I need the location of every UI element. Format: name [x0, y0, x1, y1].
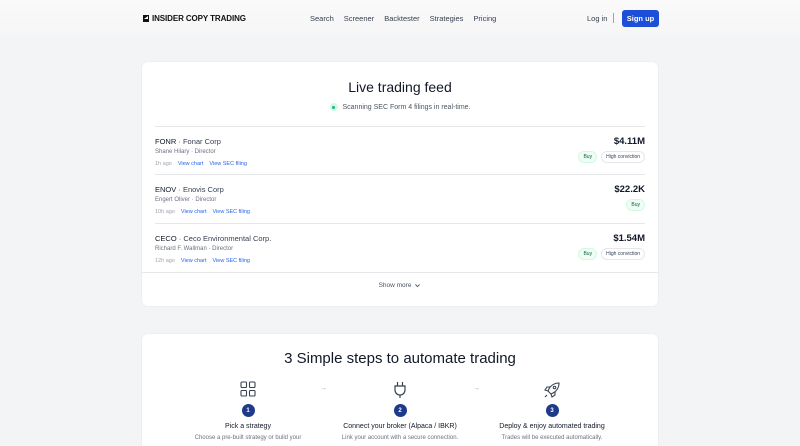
row-insider: Engert Oliver · Director [155, 197, 217, 203]
feed-status-text: Scanning SEC Form 4 filings in real-time… [342, 103, 471, 111]
chevron-down-icon [415, 284, 421, 288]
row-ticker[interactable]: ENOV [155, 185, 176, 194]
row-ticker-line: CECO · Ceco Environmental Corp. [155, 234, 272, 243]
steps-title: 3 Simple steps to automate trading [284, 350, 516, 367]
step-number: 2 [393, 404, 407, 417]
feed-row[interactable]: FONR · Fonar Corp Shane Hilary · Directo… [155, 126, 645, 174]
row-amount: $1.54M [613, 233, 645, 244]
show-more-label: Show more [378, 282, 412, 289]
show-more-section: Show more [142, 272, 658, 289]
step-icon-wrap [183, 381, 313, 399]
steps-card: 3 Simple steps to automate trading 1 Pic… [142, 334, 658, 446]
view-sec-filing-link[interactable]: View SEC filing [212, 209, 250, 215]
step-desc: Choose a pre-built strategy or build you… [194, 435, 302, 441]
view-sec-filing-link[interactable]: View SEC filing [212, 258, 250, 264]
buy-badge: Buy [578, 248, 598, 260]
view-chart-link[interactable]: View chart [178, 161, 204, 167]
grid-icon [240, 381, 256, 397]
logo-icon [143, 15, 149, 22]
row-badges: Buy [626, 199, 645, 211]
brand-logo[interactable]: INSIDER COPY TRADING [143, 14, 246, 23]
row-insider: Shane Hilary · Director [155, 149, 216, 155]
conviction-badge: High conviction [601, 151, 645, 163]
step-item: 2 Connect your broker (Alpaca / IBKR) Li… [335, 381, 465, 441]
live-dot-icon [329, 103, 338, 111]
buy-badge: Buy [578, 151, 598, 163]
row-age: 10h ago [155, 209, 175, 215]
row-amount: $22.2K [614, 184, 645, 195]
signup-button[interactable]: Sign up [622, 10, 659, 27]
row-age: 1h ago [155, 161, 172, 167]
nav-link-search[interactable]: Search [310, 14, 334, 23]
rocket-icon [544, 382, 560, 398]
nav-link-backtester[interactable]: Backtester [384, 14, 419, 23]
step-icon-wrap [487, 381, 617, 399]
step-number: 3 [545, 404, 559, 417]
row-amount: $4.11M [613, 136, 645, 147]
buy-badge: Buy [626, 199, 645, 211]
row-badges: Buy High conviction [578, 248, 645, 260]
feed-status: Scanning SEC Form 4 filings in real-time… [142, 103, 658, 111]
row-ticker[interactable]: CECO [155, 234, 177, 243]
nav-link-pricing[interactable]: Pricing [473, 14, 496, 23]
step-title: Connect your broker (Alpaca / IBKR) [343, 423, 457, 430]
row-company: Enovis Corp [182, 185, 224, 194]
nav-link-strategies[interactable]: Strategies [430, 14, 464, 23]
row-company: Ceco Environmental Corp. [183, 234, 272, 243]
feed-row[interactable]: ENOV · Enovis Corp Engert Oliver · Direc… [155, 174, 645, 222]
login-link[interactable]: Log in [587, 14, 607, 23]
brand-name: INSIDER COPY TRADING [152, 14, 246, 23]
top-nav: INSIDER COPY TRADING Search Screener Bac… [0, 0, 800, 38]
feed-title: Live trading feed [348, 79, 452, 95]
row-ticker-line: FONR · Fonar Corp [155, 137, 221, 146]
plug-icon [394, 382, 406, 398]
row-meta: 12h ago View chart View SEC filing [155, 258, 250, 264]
step-desc: Link your account with a secure connecti… [341, 435, 459, 441]
row-ticker[interactable]: FONR [155, 137, 176, 146]
row-age: 12h ago [155, 258, 175, 264]
step-title: Deploy & enjoy automated trading [499, 423, 605, 430]
view-chart-link[interactable]: View chart [181, 209, 207, 215]
row-badges: Buy High conviction [578, 151, 645, 163]
view-chart-link[interactable]: View chart [181, 258, 207, 264]
step-number: 1 [241, 404, 255, 417]
row-company: Fonar Corp [182, 137, 221, 146]
row-insider: Richard F. Wallman · Director [155, 246, 234, 252]
row-meta: 1h ago View chart View SEC filing [155, 161, 247, 167]
conviction-badge: High conviction [601, 248, 645, 260]
nav-link-screener[interactable]: Screener [344, 14, 374, 23]
step-desc: Trades will be executed automatically. [501, 435, 603, 441]
view-sec-filing-link[interactable]: View SEC filing [209, 161, 247, 167]
step-icon-wrap [335, 381, 465, 399]
arrow-right-icon: → [473, 385, 480, 392]
step-item: 3 Deploy & enjoy automated trading Trade… [487, 381, 617, 441]
step-title: Pick a strategy [225, 423, 271, 430]
arrow-right-icon: → [320, 385, 327, 392]
row-meta: 10h ago View chart View SEC filing [155, 209, 250, 215]
show-more-button[interactable]: Show more [379, 282, 422, 289]
live-feed-card: Live trading feed Scanning SEC Form 4 fi… [142, 62, 658, 306]
nav-divider [613, 13, 614, 23]
feed-row[interactable]: CECO · Ceco Environmental Corp. Richard … [155, 223, 645, 271]
step-item: 1 Pick a strategy Choose a pre-built str… [183, 381, 313, 441]
nav-links: Search Screener Backtester Strategies Pr… [310, 14, 496, 23]
row-ticker-line: ENOV · Enovis Corp [155, 185, 224, 194]
